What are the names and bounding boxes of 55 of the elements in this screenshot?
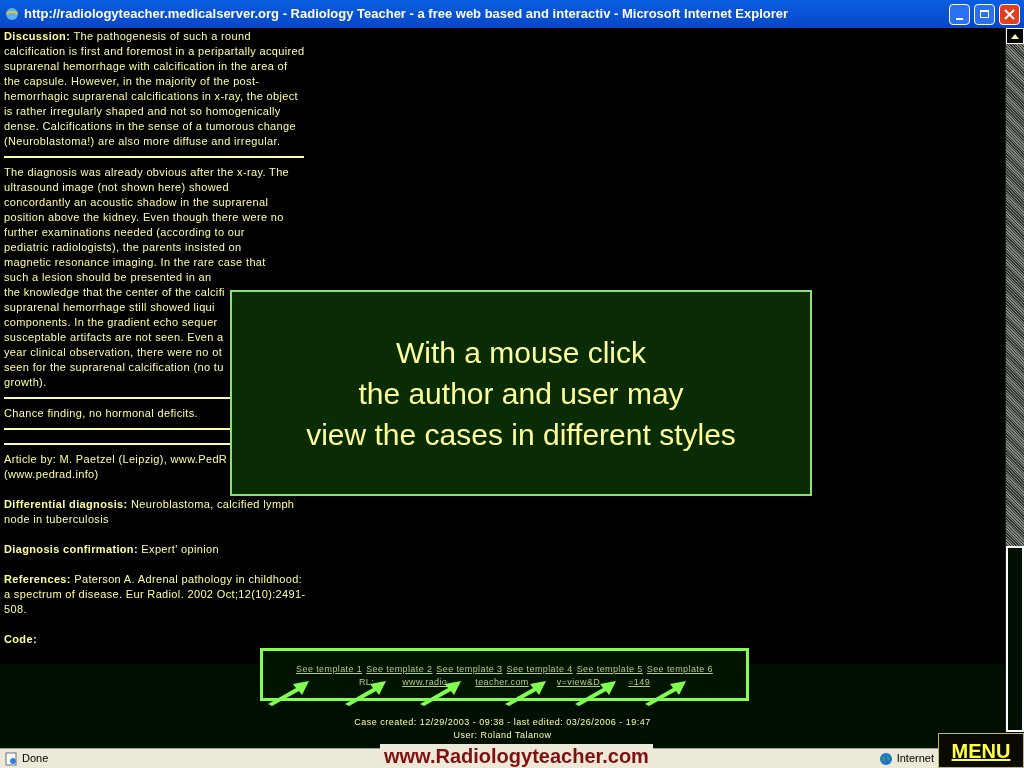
text-line: year clinical observation, there were no ot xyxy=(4,345,223,360)
text-line: The diagnosis was already obvious after the x-ray. The xyxy=(4,165,290,180)
text-line: suprarenal hemorrhage still showed liqui xyxy=(4,300,215,315)
text-line: position above the kidney. Even though there were no xyxy=(4,210,284,225)
scrollbar[interactable] xyxy=(1005,28,1024,732)
template-link[interactable]: See template 6 xyxy=(646,662,713,676)
scroll-thumb[interactable] xyxy=(1006,546,1024,732)
info-paragraph: Diagnosis confirmation: Expert' opinion xyxy=(4,542,221,557)
info-paragraph: Code: xyxy=(4,632,38,647)
window-title: http://radiologyteacher.medicalserver.org - Radiology Teacher - a free web based and interactiv - Microsoft Internet Explorer xyxy=(24,5,790,24)
text-line: magnetic resonance imaging. In the rare case that xyxy=(4,255,266,270)
text-line: susceptable artifacts are not seen. Even a xyxy=(4,330,224,345)
text-line: further examinations needed (according to our xyxy=(4,225,245,240)
template-link[interactable]: See template 1 xyxy=(296,662,363,676)
case-info: Case created: 12/29/2003 - 09:38 - last edited: 03/26/2006 - 19:47 xyxy=(354,716,651,729)
close-icon xyxy=(1004,8,1015,20)
url-link[interactable]: teacher.com xyxy=(475,675,529,689)
info-paragraph: References: Paterson A. Adrenal pathology in childhood: a spectrum of disease. Eur Radiol. 2002 Oct;12(10):2491-508. xyxy=(4,572,306,617)
close-button[interactable] xyxy=(999,3,1020,25)
url-link[interactable]: v=view&D xyxy=(556,675,601,689)
up-arrow-icon xyxy=(1011,33,1019,39)
template-link[interactable]: See template 3 xyxy=(436,662,503,676)
text-line: Chance finding, no hormonal deficits. xyxy=(4,406,198,421)
overlay-text: With a mouse click xyxy=(395,334,647,371)
discussion-paragraph: Discussion: The pathogenesis of such a round calcification is first and foremost in a peripartally acquired suprarenal hemorrhage with calcification in the area of the capsule. However, in the majority of the post-hemorrhagic suprarenal calcifications in x-ray, the object is rather irregularly shaped and not so homogenically dense. Calcifications in the sense of a tumorous change (Neuroblastoma!) are also more diffuse and irregular. xyxy=(4,29,306,149)
text-line: Article by: M. Paetzel (Leipzig), www.PedR xyxy=(4,452,228,467)
site-banner: www.Radiologyteacher.com xyxy=(380,744,653,768)
text-line: (www.pedrad.info) xyxy=(4,467,99,482)
text-line: the knowledge that the center of the calcifi xyxy=(4,285,225,300)
text-line: pediatric radiologists), the parents insisted on xyxy=(4,240,242,255)
template-link[interactable]: See template 4 xyxy=(506,662,573,676)
info-paragraph: Differential diagnosis: Neuroblastoma, calcified lymph node in tuberculosis xyxy=(4,497,296,527)
overlay-text: the author and user may xyxy=(358,375,684,412)
user-info: User: Roland Talanow xyxy=(453,729,552,742)
url-label: RL: xyxy=(358,675,375,689)
template-link[interactable]: See template 2 xyxy=(366,662,433,676)
text-line: concordantly an acoustic shadow in the suprarenal xyxy=(4,195,269,210)
menu-button[interactable]: MENU xyxy=(938,733,1024,768)
text-line: growth). xyxy=(4,375,47,390)
template-link[interactable]: See template 5 xyxy=(576,662,643,676)
scroll-up-button[interactable] xyxy=(1006,28,1024,44)
minimize-button[interactable] xyxy=(949,3,970,25)
globe-icon xyxy=(878,751,893,766)
text-line: seen for the suprarenal calcification (no tu xyxy=(4,360,224,375)
overlay-text: view the cases in different styles xyxy=(306,416,736,453)
url-link[interactable]: =149 xyxy=(628,675,651,689)
url-link[interactable]: www.radio xyxy=(402,675,448,689)
page-icon xyxy=(4,751,18,766)
maximize-button[interactable] xyxy=(974,3,995,25)
status-text: Done xyxy=(22,751,49,767)
zone-text: Internet xyxy=(896,751,934,767)
text-line: components. In the gradient echo sequer xyxy=(4,315,218,330)
text-line: ultrasound image (not shown here) showed xyxy=(4,180,229,195)
text-line: such a lesion should be presented in an xyxy=(4,270,212,285)
browser-icon xyxy=(4,6,20,22)
